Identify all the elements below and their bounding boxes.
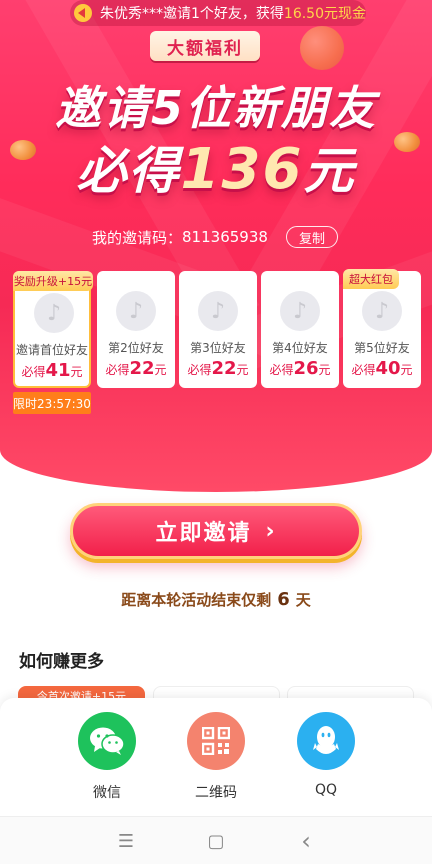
headline-suffix: 元 <box>303 142 356 200</box>
countdown-prefix: 距离本轮活动结束仅剩 <box>121 591 272 609</box>
share-label: QQ <box>314 782 338 798</box>
home-icon[interactable]: ▢ <box>204 829 228 853</box>
qq-icon <box>297 712 355 770</box>
notice-amount: 16.50元现金 <box>283 6 366 22</box>
share-sheet: 微信 二维码 QQ <box>0 698 432 816</box>
countdown-days: 6 <box>277 589 290 610</box>
qrcode-icon <box>187 712 245 770</box>
gain-prefix: 必得 <box>187 363 212 377</box>
share-label: 微信 <box>93 785 121 801</box>
menu-icon[interactable]: ☰ <box>114 829 138 853</box>
avatar-placeholder-icon <box>280 291 320 331</box>
activity-countdown: 距离本轮活动结束仅剩 6 天 <box>0 589 432 610</box>
coin-decor <box>300 26 344 70</box>
friend-card-1: 奖励升级+15元 邀请首位好友 必得41元 <box>13 271 93 388</box>
gain-unit: 元 <box>154 363 167 377</box>
chevron-right-icon: › <box>265 518 277 544</box>
gain-unit: 元 <box>400 363 413 377</box>
card-who: 第3位好友 <box>190 341 246 355</box>
avatar-placeholder-icon <box>362 291 402 331</box>
hero-banner: 大额福利 邀请5位新朋友 必得136元 我的邀请码： 811365938 复制 … <box>0 0 432 492</box>
gain-amount: 41 <box>45 360 71 381</box>
copy-button[interactable]: 复制 <box>286 226 338 248</box>
card-who: 第2位好友 <box>108 341 164 355</box>
limit-timer: 限时23:57:30 <box>13 392 91 414</box>
invite-code-value: 811365938 <box>182 228 268 246</box>
countdown-suffix: 天 <box>295 591 311 609</box>
avatar-placeholder-icon <box>34 293 74 333</box>
gain-amount: 22 <box>129 358 155 379</box>
card-gain: 必得26元 <box>261 358 339 379</box>
wechat-icon <box>78 712 136 770</box>
friend-card-5: 超大红包 第5位好友 必得40元 <box>343 269 421 388</box>
gain-amount: 26 <box>293 358 319 379</box>
gain-prefix: 必得 <box>351 363 376 377</box>
avatar-placeholder-icon <box>116 291 156 331</box>
gain-amount: 40 <box>375 358 401 379</box>
invite-now-label: 立即邀请 <box>155 521 252 546</box>
share-label: 二维码 <box>195 785 237 801</box>
gain-amount: 22 <box>211 358 237 379</box>
card-who: 第4位好友 <box>272 341 328 355</box>
speaker-icon <box>74 4 92 22</box>
card-gain: 必得41元 <box>15 360 89 381</box>
promo-badge: 大额福利 <box>150 31 260 61</box>
headline-line2: 必得136元 <box>0 131 432 203</box>
gain-unit: 元 <box>236 363 249 377</box>
friend-card-4: 第4位好友 必得26元 <box>261 271 339 388</box>
more-section-title: 如何赚更多 <box>19 652 104 672</box>
qq-glyph <box>313 726 339 754</box>
headline-line1: 邀请5位新朋友 <box>54 81 377 135</box>
card-gain: 必得22元 <box>97 358 175 379</box>
share-qq[interactable]: QQ <box>286 712 366 798</box>
share-wechat[interactable]: 微信 <box>67 712 147 802</box>
card-gain: 必得22元 <box>179 358 257 379</box>
back-icon[interactable]: ‹ <box>294 827 318 855</box>
gain-prefix: 必得 <box>269 363 294 377</box>
invite-code-row: 我的邀请码： 811365938 <box>92 226 268 248</box>
card-who: 邀请首位好友 <box>15 343 88 357</box>
notice-bar: 朱优秀***邀请1个好友，获得 16.50元现金 <box>70 0 366 26</box>
card-tag: 超大红包 <box>343 269 399 289</box>
card-who: 第5位好友 <box>354 341 410 355</box>
share-qrcode[interactable]: 二维码 <box>176 712 256 802</box>
friend-card-3: 第3位好友 必得22元 <box>179 271 257 388</box>
gain-unit: 元 <box>70 365 83 379</box>
headline-number: 136 <box>180 137 304 202</box>
system-navigation-bar: ☰ ▢ ‹ <box>0 816 432 864</box>
gain-prefix: 必得 <box>105 363 130 377</box>
invite-code-label: 我的邀请码： <box>92 228 183 247</box>
wechat-glyph <box>90 727 125 755</box>
avatar-placeholder-icon <box>198 291 238 331</box>
notice-text: 朱优秀***邀请1个好友，获得 <box>99 6 284 22</box>
invite-now-button[interactable]: 立即邀请 › <box>70 503 362 559</box>
card-gain: 必得40元 <box>343 358 421 379</box>
qrcode-glyph <box>202 727 230 755</box>
friend-card-2: 第2位好友 必得22元 <box>97 271 175 388</box>
gain-unit: 元 <box>318 363 331 377</box>
card-tag: 奖励升级+15元 <box>13 271 93 291</box>
headline-prefix: 必得 <box>76 142 181 200</box>
gain-prefix: 必得 <box>21 365 46 379</box>
